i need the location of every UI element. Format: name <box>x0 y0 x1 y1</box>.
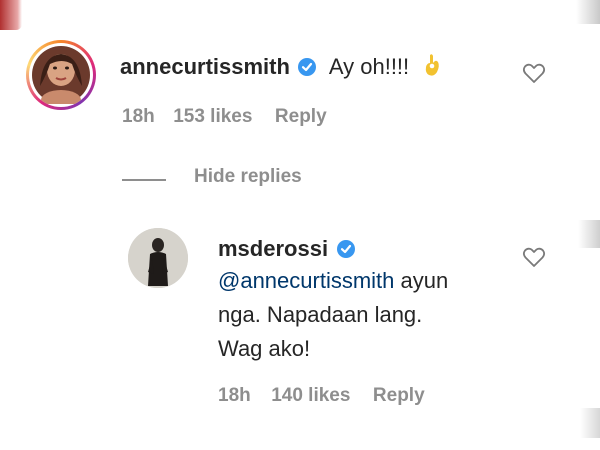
comment-likes-count[interactable]: 153 likes <box>173 106 252 127</box>
reply-msderossi: msderossi @annecurtissmith ayun nga. Nap… <box>0 200 600 450</box>
comment-reply-button[interactable]: Reply <box>275 106 327 127</box>
heart-outline-icon <box>522 247 546 267</box>
reply-likes-count[interactable]: 140 likes <box>271 385 350 406</box>
avatar[interactable] <box>26 40 96 110</box>
reply-text: nga. Napadaan lang. <box>218 302 423 327</box>
like-comment-button[interactable] <box>522 62 546 89</box>
reply-text: Wag ako! <box>218 336 311 361</box>
reply-mention-link[interactable]: @annecurtissmith <box>218 268 394 293</box>
hide-replies-divider <box>122 179 166 181</box>
avatar[interactable] <box>128 228 188 288</box>
verified-badge-icon <box>298 58 317 76</box>
reply-username[interactable]: msderossi <box>218 236 328 261</box>
hide-replies-button[interactable]: Hide replies <box>194 166 302 188</box>
comment-text: Ay oh!!!! <box>328 54 410 79</box>
heart-outline-icon <box>522 63 546 83</box>
profile-photo <box>32 46 90 104</box>
reply-reply-button[interactable]: Reply <box>373 385 425 406</box>
profile-photo <box>128 228 188 288</box>
like-reply-button[interactable] <box>522 246 546 273</box>
ok-hand-icon <box>422 53 442 82</box>
comment-annecurtissmith: annecurtissmith Ay oh!!!! 18h 153 likes … <box>0 0 600 200</box>
reply-timestamp[interactable]: 18h <box>218 385 251 406</box>
verified-badge-icon <box>336 240 355 258</box>
comment-timestamp[interactable]: 18h <box>122 106 155 127</box>
reply-text: ayun <box>394 268 449 293</box>
comment-username[interactable]: annecurtissmith <box>120 54 290 79</box>
